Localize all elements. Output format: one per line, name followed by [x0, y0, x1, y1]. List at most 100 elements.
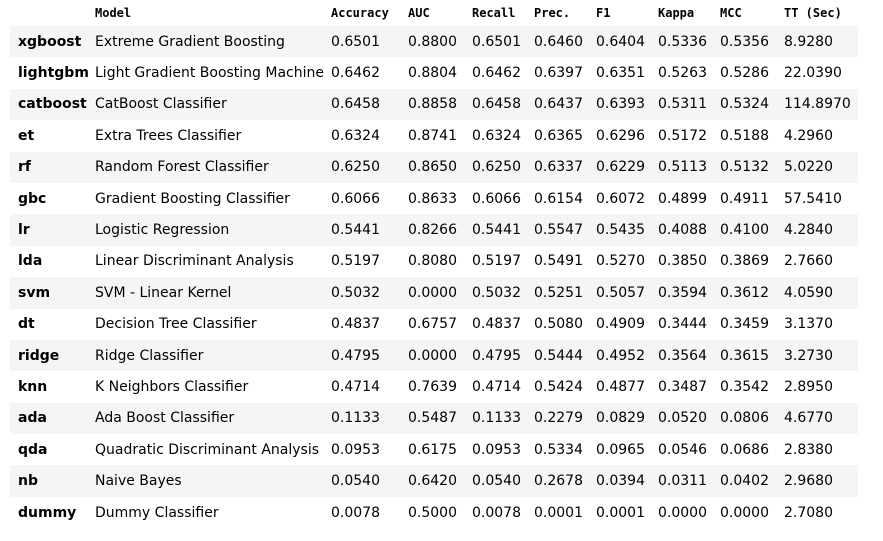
- model-name-cell: Ada Boost Classifier: [90, 402, 326, 435]
- model-name-cell: Decision Tree Classifier: [90, 308, 326, 340]
- header-index: [10, 0, 90, 26]
- metric-cell-f1: 0.0001: [591, 496, 653, 529]
- metric-cell-auc: 0.0000: [403, 339, 467, 372]
- metric-cell-accuracy: 0.6462: [326, 57, 403, 89]
- metric-cell-tt-sec: 8.9280: [779, 26, 858, 58]
- metric-cell-accuracy: 0.0540: [326, 465, 403, 497]
- metric-cell-auc: 0.5487: [403, 402, 467, 435]
- model-name-cell: Logistic Regression: [90, 214, 326, 246]
- metric-cell-tt-sec: 2.9680: [779, 465, 858, 497]
- model-name-cell: Gradient Boosting Classifier: [90, 182, 326, 215]
- metric-cell-recall: 0.6324: [467, 120, 529, 152]
- metric-cell-kappa: 0.3850: [653, 245, 715, 278]
- metric-cell-prec: 0.6154: [529, 182, 591, 215]
- metric-cell-recall: 0.6066: [467, 182, 529, 215]
- row-index: dt: [10, 308, 90, 340]
- metric-cell-prec: 0.6460: [529, 26, 591, 58]
- column-header-recall: Recall: [467, 0, 529, 26]
- model-name-cell: Extreme Gradient Boosting: [90, 26, 326, 58]
- metric-cell-accuracy: 0.6250: [326, 151, 403, 183]
- metric-cell-f1: 0.5435: [591, 214, 653, 246]
- model-name-cell: Ridge Classifier: [90, 339, 326, 372]
- model-name-cell: Naive Bayes: [90, 465, 326, 497]
- metric-cell-tt-sec: 3.1370: [779, 308, 858, 340]
- metric-cell-tt-sec: 4.0590: [779, 277, 858, 309]
- metric-cell-prec: 0.6365: [529, 120, 591, 152]
- metric-cell-f1: 0.0965: [591, 434, 653, 466]
- metric-cell-mcc: 0.3612: [715, 277, 779, 309]
- metric-cell-mcc: 0.4100: [715, 214, 779, 246]
- model-name-cell: Linear Discriminant Analysis: [90, 245, 326, 278]
- metric-cell-accuracy: 0.1133: [326, 402, 403, 435]
- metric-cell-tt-sec: 4.6770: [779, 402, 858, 435]
- row-index: qda: [10, 434, 90, 466]
- metric-cell-kappa: 0.3487: [653, 371, 715, 403]
- metric-cell-mcc: 0.5324: [715, 88, 779, 121]
- metric-cell-accuracy: 0.6501: [326, 26, 403, 58]
- table-row: svm SVM - Linear Kernel 0.5032 0.0000 0.5032…: [10, 277, 858, 309]
- metric-cell-mcc: 0.0000: [715, 496, 779, 529]
- table-row: knn K Neighbors Classifier 0.4714 0.7639 0.4…: [10, 371, 858, 403]
- metric-cell-recall: 0.5441: [467, 214, 529, 246]
- metric-cell-auc: 0.8266: [403, 214, 467, 246]
- column-header-prec: Prec.: [529, 0, 591, 26]
- model-name-cell: Random Forest Classifier: [90, 151, 326, 183]
- metric-cell-recall: 0.6250: [467, 151, 529, 183]
- metric-cell-tt-sec: 2.7080: [779, 496, 858, 529]
- metric-cell-mcc: 0.5188: [715, 120, 779, 152]
- metric-cell-f1: 0.5057: [591, 277, 653, 309]
- metric-cell-recall: 0.0540: [467, 465, 529, 497]
- metric-cell-tt-sec: 22.0390: [779, 57, 858, 89]
- metric-cell-mcc: 0.3869: [715, 245, 779, 278]
- model-name-cell: CatBoost Classifier: [90, 88, 326, 121]
- metric-cell-prec: 0.6337: [529, 151, 591, 183]
- metric-cell-prec: 0.5424: [529, 371, 591, 403]
- metric-cell-accuracy: 0.0078: [326, 496, 403, 529]
- table-row: dt Decision Tree Classifier 0.4837 0.6757 0.…: [10, 308, 858, 340]
- metric-cell-accuracy: 0.4837: [326, 308, 403, 340]
- table-row: lightgbm Light Gradient Boosting Machine 0…: [10, 57, 858, 89]
- metric-cell-mcc: 0.5356: [715, 26, 779, 58]
- metric-cell-recall: 0.6462: [467, 57, 529, 89]
- column-header-mcc: MCC: [715, 0, 779, 26]
- metric-cell-auc: 0.6757: [403, 308, 467, 340]
- table-body: xgboost Extreme Gradient Boosting 0.6501 0.…: [10, 26, 858, 529]
- metric-cell-kappa: 0.5263: [653, 57, 715, 89]
- row-index: knn: [10, 371, 90, 403]
- metric-cell-mcc: 0.0686: [715, 434, 779, 466]
- model-name-cell: K Neighbors Classifier: [90, 371, 326, 403]
- metric-cell-accuracy: 0.5032: [326, 277, 403, 309]
- metric-cell-auc: 0.8741: [403, 120, 467, 152]
- table-row: lda Linear Discriminant Analysis 0.5197 0.8…: [10, 245, 858, 278]
- metric-cell-accuracy: 0.5441: [326, 214, 403, 246]
- table-row: catboost CatBoost Classifier 0.6458 0.8858 0…: [10, 88, 858, 121]
- metric-cell-mcc: 0.3459: [715, 308, 779, 340]
- metric-cell-recall: 0.1133: [467, 402, 529, 435]
- metric-cell-mcc: 0.5132: [715, 151, 779, 183]
- model-name-cell: SVM - Linear Kernel: [90, 277, 326, 309]
- metric-cell-auc: 0.7639: [403, 371, 467, 403]
- metric-cell-accuracy: 0.4714: [326, 371, 403, 403]
- metric-cell-auc: 0.8858: [403, 88, 467, 121]
- metric-cell-mcc: 0.4911: [715, 182, 779, 215]
- model-name-cell: Quadratic Discriminant Analysis: [90, 434, 326, 466]
- metric-cell-kappa: 0.5113: [653, 151, 715, 183]
- metric-cell-f1: 0.0829: [591, 402, 653, 435]
- row-index: xgboost: [10, 26, 90, 58]
- metric-cell-tt-sec: 114.8970: [779, 88, 858, 121]
- metric-cell-prec: 0.2279: [529, 402, 591, 435]
- row-index: gbc: [10, 182, 90, 215]
- table-row: rf Random Forest Classifier 0.6250 0.8650 0.…: [10, 151, 858, 183]
- metric-cell-mcc: 0.0806: [715, 402, 779, 435]
- metric-cell-kappa: 0.5172: [653, 120, 715, 152]
- table-row: lr Logistic Regression 0.5441 0.8266 0.5441 0…: [10, 214, 858, 246]
- metric-cell-auc: 0.8080: [403, 245, 467, 278]
- metric-cell-kappa: 0.0520: [653, 402, 715, 435]
- metric-cell-prec: 0.6437: [529, 88, 591, 121]
- metric-cell-accuracy: 0.5197: [326, 245, 403, 278]
- metric-cell-prec: 0.5491: [529, 245, 591, 278]
- row-index: ada: [10, 402, 90, 435]
- model-name-cell: Extra Trees Classifier: [90, 120, 326, 152]
- row-index: catboost: [10, 88, 90, 121]
- metric-cell-auc: 0.8804: [403, 57, 467, 89]
